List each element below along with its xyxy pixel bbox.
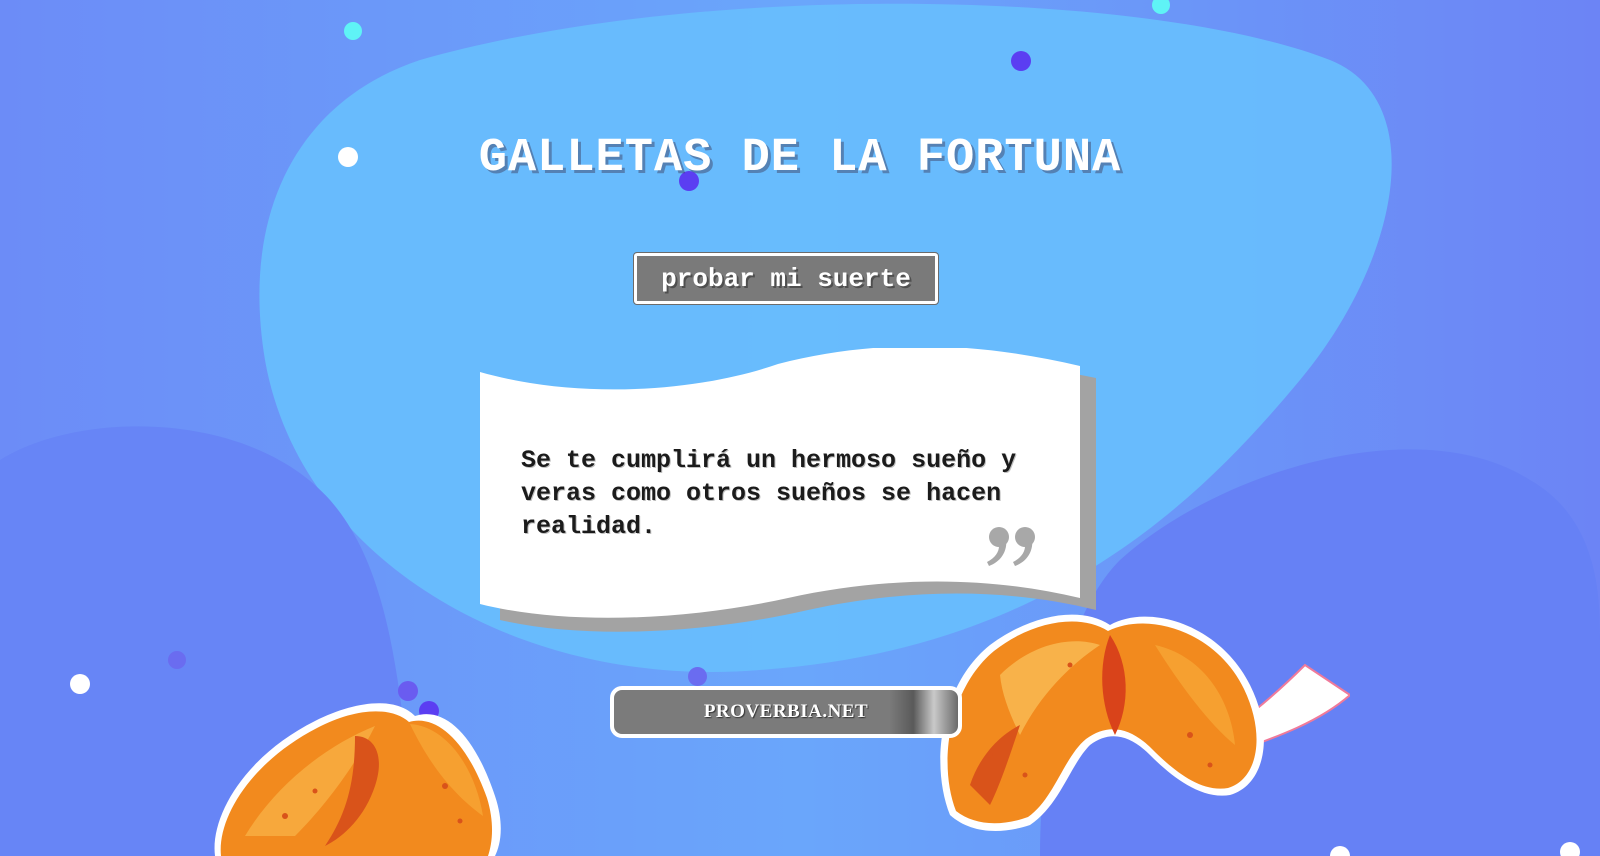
decor-dot <box>344 22 362 40</box>
decor-dot <box>688 667 707 686</box>
source-link-button[interactable]: PROVERBIA.NET <box>610 686 962 738</box>
fortune-message: Se te cumplirá un hermoso sueño y veras … <box>521 446 1017 541</box>
decor-dot <box>1011 51 1031 71</box>
decor-dot <box>70 674 90 694</box>
try-luck-button[interactable]: probar mi suerte <box>633 252 939 305</box>
fortune-cookie-left <box>214 703 501 856</box>
fortune-card: Se te cumplirá un hermoso sueño y veras … <box>478 348 1098 648</box>
decor-dot <box>1560 842 1580 856</box>
page-title: GALLETAS DE LA FORTUNA <box>478 132 1122 185</box>
closing-quote-icon <box>987 527 1035 566</box>
decor-dot <box>168 651 186 669</box>
